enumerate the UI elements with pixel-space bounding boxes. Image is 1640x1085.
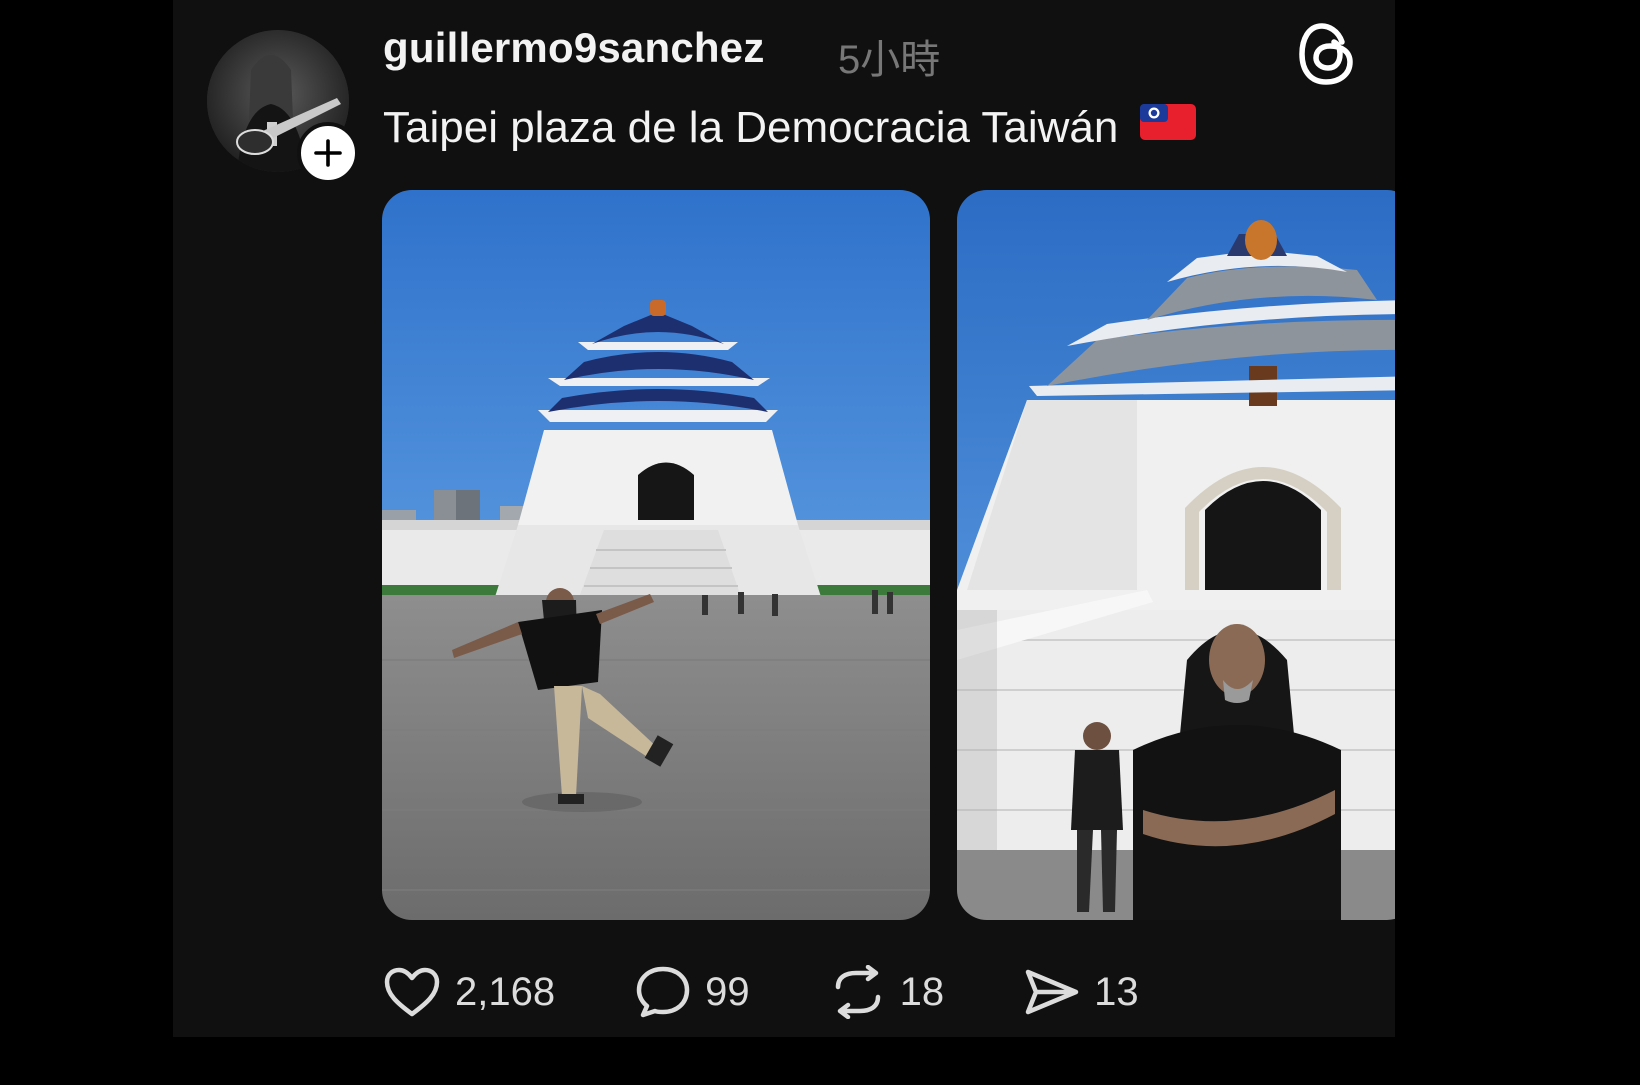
- reply-button[interactable]: 99: [635, 965, 750, 1019]
- repost-button[interactable]: 18: [830, 965, 945, 1019]
- like-count: 2,168: [455, 969, 556, 1014]
- memorial-hall-photo: [382, 190, 930, 920]
- share-count: 13: [1094, 969, 1139, 1014]
- repost-count: 18: [899, 969, 945, 1014]
- plus-icon: [314, 139, 342, 167]
- taiwan-flag-icon: [1140, 102, 1197, 153]
- caption-text: Taipei plaza de la Democracia Taiwán: [383, 102, 1119, 152]
- memorial-hall-photo: [957, 190, 1395, 920]
- share-button[interactable]: 13: [1024, 966, 1139, 1018]
- follow-button[interactable]: [297, 122, 359, 184]
- heart-icon: [384, 967, 440, 1017]
- action-bar: 2,168 99 18 13: [383, 965, 1139, 1019]
- threads-logo-icon[interactable]: [1298, 22, 1356, 86]
- post-photo-1[interactable]: [382, 190, 930, 920]
- post-card: guillermo9sanchez 5小時 Taipei plaza de la…: [173, 0, 1395, 1037]
- repost-icon: [835, 965, 880, 1019]
- send-icon: [1025, 969, 1079, 1015]
- timestamp: 5小時: [838, 38, 941, 82]
- reply-count: 99: [705, 969, 750, 1014]
- post-caption: Taipei plaza de la Democracia Taiwán: [383, 102, 1197, 153]
- comment-icon: [636, 966, 690, 1018]
- post-photo-2[interactable]: [957, 190, 1395, 920]
- like-button[interactable]: 2,168: [383, 966, 555, 1018]
- username[interactable]: guillermo9sanchez: [383, 24, 765, 72]
